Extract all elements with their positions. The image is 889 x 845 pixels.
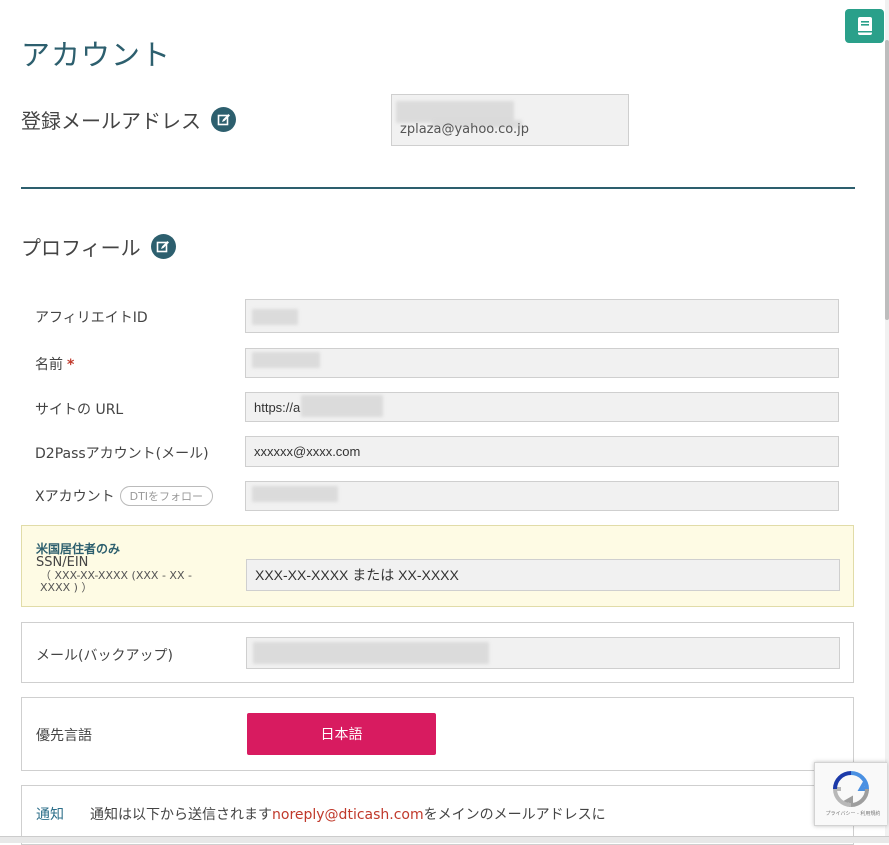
notification-label: 通知 [36,807,64,823]
registered-email-field[interactable]: zplaza@yahoo.co.jp [391,94,629,146]
follow-dti-button[interactable]: DTIをフォロー [119,486,214,506]
backup-email-label: メール(バックアップ) [36,648,173,664]
language-select-button[interactable]: 日本語 [247,713,436,755]
book-icon [857,17,872,35]
d2pass-field[interactable]: xxxxxx@xxxx.com [245,436,839,467]
registered-email-value: zplaza@yahoo.co.jp [400,122,530,137]
x-account-label: Xアカウント DTIをフォロー [35,486,214,506]
registered-email-heading: 登録メールアドレス [21,109,201,133]
recaptcha-footer[interactable]: プライバシー - 利用規約 [819,810,887,817]
recaptcha-icon [832,771,870,808]
ssn-placeholder: XXX-XX-XXXX または XX-XXXX [255,567,459,583]
notification-text: 通知は以下から送信されますnoreply@dticash.comをメインのメール… [90,807,606,823]
name-label: 名前 * [35,357,75,373]
backup-email-field[interactable] [246,637,840,669]
language-label: 優先言語 [36,728,92,744]
recaptcha-badge[interactable]: プライバシー - 利用規約 [814,762,887,826]
edit-profile-icon[interactable] [150,234,176,259]
ssn-input[interactable]: XXX-XX-XXXX または XX-XXXX [246,559,840,591]
name-field[interactable] [245,348,839,378]
ssn-label: SSN/EIN [36,555,89,570]
site-url-label: サイトの URL [35,402,124,418]
registered-email-heading-row: 登録メールアドレス [21,105,236,134]
d2pass-value: xxxxxx@xxxx.com [254,444,361,459]
backup-email-card: メール(バックアップ) [21,622,854,683]
page-title: アカウント [21,38,172,72]
edit-email-icon[interactable] [211,107,236,132]
help-book-button[interactable] [845,9,884,43]
affiliate-id-field[interactable] [245,299,839,333]
required-mark: * [67,357,75,373]
site-url-field[interactable]: https://a [245,392,839,422]
ssn-format-hint: （ XXX-XX-XXXX (XXX - XX - XXXX ) ） [40,569,192,594]
affiliate-id-label: アフィリエイトID [35,310,148,326]
sender-email-link[interactable]: noreply@dticash.com [272,807,424,823]
x-account-field[interactable] [245,481,839,511]
profile-heading: プロフィール [21,236,141,260]
language-card: 優先言語 日本語 [21,697,854,771]
d2pass-label: D2Passアカウント(メール) [35,446,209,462]
us-residents-box: 米国居住者のみ SSN/EIN （ XXX-XX-XXXX (XXX - XX … [21,525,854,607]
section-divider [21,187,855,189]
site-url-value: https://a [254,399,301,415]
profile-heading-row: プロフィール [21,232,176,261]
scrollbar-thumb[interactable] [885,40,889,320]
